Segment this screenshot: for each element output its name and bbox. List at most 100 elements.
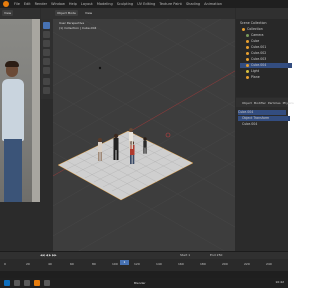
outliner-item-label: Scene Collection: [240, 21, 267, 25]
outliner-item[interactable]: Camera: [240, 33, 292, 38]
top-menu-bar: File Edit Render Window Help Layout Mode…: [0, 0, 288, 8]
workspace-tab-layout[interactable]: Layout: [81, 2, 93, 6]
menu-window[interactable]: Window: [51, 2, 65, 6]
move-tool-icon[interactable]: [43, 40, 50, 47]
tab-particles[interactable]: Particles: [268, 101, 281, 105]
mesh-icon: [246, 57, 249, 61]
ruler-tick: 40: [48, 262, 52, 266]
outliner-item-label: Cube.003: [251, 57, 267, 61]
ruler-tick: 140: [156, 262, 162, 266]
workspace-tab-uv[interactable]: UV Editing: [137, 2, 155, 6]
properties-row[interactable]: Cube.004: [238, 122, 290, 127]
select-tool-icon[interactable]: [43, 22, 50, 29]
ruler-tick: 200: [222, 262, 228, 266]
end-frame-field[interactable]: End 250: [210, 253, 222, 257]
3d-viewport[interactable]: User Perspective (1) Collection | Cube.0…: [53, 19, 235, 251]
photo-person-jeans: [4, 139, 22, 202]
outliner-item[interactable]: Scene Collection: [240, 21, 286, 26]
blender-logo-icon[interactable]: [3, 1, 9, 7]
outliner-item[interactable]: Cube.003: [240, 57, 292, 62]
outliner-item-label: Cube.001: [251, 45, 267, 49]
properties-row[interactable]: Object Transform: [238, 116, 290, 121]
ruler-tick: 20: [26, 262, 30, 266]
browser-icon[interactable]: [44, 280, 50, 286]
viewport-view-menu[interactable]: View: [83, 10, 94, 16]
mesh-icon: [246, 63, 249, 67]
timeline-playhead[interactable]: 1: [120, 260, 129, 265]
scale-tool-icon[interactable]: [43, 58, 50, 65]
transform-tool-icon[interactable]: [43, 67, 50, 74]
outliner-item-label: Camera: [251, 33, 264, 37]
properties-row[interactable]: Cube.004: [238, 110, 286, 115]
file-explorer-icon[interactable]: [24, 280, 30, 286]
tab-modifier[interactable]: Modifier: [254, 101, 266, 105]
outliner-item[interactable]: Light: [240, 69, 292, 74]
status-bar: [0, 271, 288, 278]
mesh-icon: [246, 45, 249, 49]
tab-physics[interactable]: Physics: [283, 101, 294, 105]
workspace-tab-shading[interactable]: Shading: [186, 2, 200, 6]
properties-panel: Object Modifier Particles Physics Cube.0…: [236, 98, 294, 251]
blender-taskbar-icon[interactable]: [34, 280, 40, 286]
outliner-item-label: Collection: [247, 27, 263, 31]
rotate-tool-icon[interactable]: [43, 49, 50, 56]
man-figure[interactable]: [113, 133, 119, 160]
reference-image-panel[interactable]: [0, 19, 40, 202]
outliner-item-label: Light: [251, 69, 259, 73]
viewport-info-line2: (1) Collection | Cube.004: [59, 26, 97, 30]
child-figure[interactable]: [143, 137, 147, 154]
search-icon[interactable]: [14, 280, 20, 286]
start-menu-icon[interactable]: [4, 280, 10, 286]
outliner-item-label: Cube.004: [251, 63, 267, 67]
woman-figure-1[interactable]: [98, 138, 102, 161]
play-controls-icon[interactable]: ◀◀ ◀ ▶ ▶▶: [40, 253, 57, 257]
outliner-item[interactable]: Cube.002: [240, 51, 292, 56]
photo-person-shirt: [2, 79, 24, 141]
annotate-tool-icon[interactable]: [43, 78, 50, 85]
3d-cursor-icon: [165, 132, 171, 138]
menu-file[interactable]: File: [14, 2, 20, 6]
photo-wall-strip: [32, 19, 40, 202]
workspace-tab-sculpting[interactable]: Sculpting: [117, 2, 133, 6]
measure-tool-icon[interactable]: [43, 87, 50, 94]
outliner-header: [236, 8, 288, 19]
outliner-item[interactable]: Cube.004: [240, 63, 292, 68]
photo-person-hair: [5, 61, 19, 67]
outliner-item-label: Cube.002: [251, 51, 267, 55]
viewport-info-line1: User Perspective: [59, 21, 85, 25]
menu-render[interactable]: Render: [35, 2, 47, 6]
light-icon: [246, 69, 249, 73]
ruler-tick: 160: [178, 262, 184, 266]
ruler-tick: 60: [70, 262, 74, 266]
tab-object[interactable]: Object: [242, 101, 252, 105]
start-frame-field[interactable]: Start 1: [180, 253, 190, 257]
image-view-menu[interactable]: View: [2, 10, 14, 16]
tool-shelf: [41, 19, 53, 99]
system-clock[interactable]: 10:42: [275, 280, 284, 284]
light-object-icon[interactable]: [98, 66, 102, 70]
outliner-item[interactable]: Cube.001: [240, 45, 292, 50]
menu-help[interactable]: Help: [69, 2, 77, 6]
workspace-tab-modeling[interactable]: Modeling: [97, 2, 113, 6]
outliner-item[interactable]: Cube: [240, 39, 292, 44]
outliner-item[interactable]: Collection: [240, 27, 288, 32]
ruler-tick: 80: [92, 262, 96, 266]
cursor-tool-icon[interactable]: [43, 31, 50, 38]
collection-icon: [242, 27, 245, 31]
outliner-item[interactable]: Plane: [240, 75, 292, 80]
workspace-tab-animation[interactable]: Animation: [204, 2, 222, 6]
menu-edit[interactable]: Edit: [24, 2, 31, 6]
outliner-item-label: Plane: [251, 75, 260, 79]
properties-tabs: Object Modifier Particles Physics: [236, 98, 294, 107]
workspace-tab-texture[interactable]: Texture Paint: [159, 2, 182, 6]
object-mode-dropdown[interactable]: Object Mode: [55, 10, 78, 16]
timeline-ruler: 0 20 40 60 80 100 120 140 160 180 200 22…: [0, 262, 288, 267]
figure-cutouts: [98, 66, 171, 164]
outliner-item-label: Cube: [251, 39, 260, 43]
ruler-tick: 240: [266, 262, 272, 266]
mesh-icon: [246, 51, 249, 55]
outliner-panel: Scene Collection Collection Camera Cube …: [236, 8, 292, 97]
os-taskbar: Blender 10:42: [0, 278, 288, 288]
taskbar-app-label[interactable]: Blender: [134, 281, 146, 285]
ruler-tick: 120: [134, 262, 140, 266]
